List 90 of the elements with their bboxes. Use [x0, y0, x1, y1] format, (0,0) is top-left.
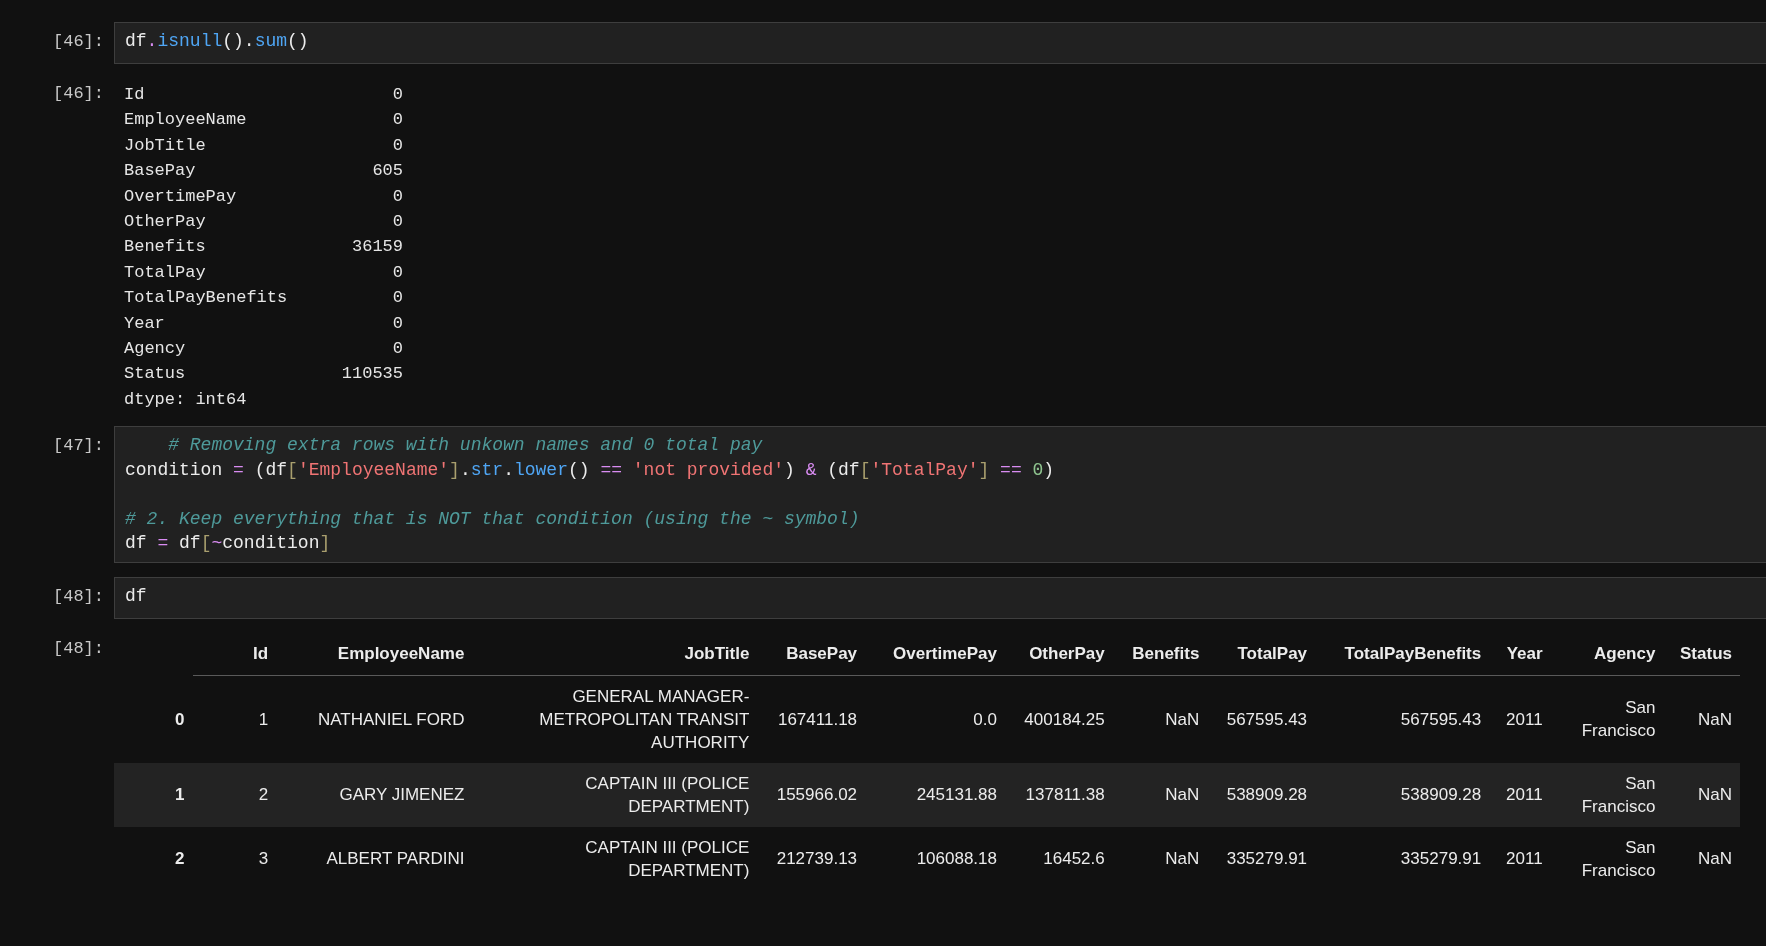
column-header: TotalPayBenefits	[1315, 630, 1490, 676]
table-cell: NaN	[1112, 826, 1208, 891]
output-prompt: [46]:	[52, 83, 105, 105]
code-input-cell[interactable]	[114, 426, 1766, 563]
table-cell: 400184.25	[1005, 675, 1113, 763]
code-line: df = df[~condition]	[125, 532, 332, 556]
table-cell: NaN	[1112, 762, 1208, 827]
series-label: Benefits	[124, 236, 207, 259]
table-cell: 155966.02	[757, 762, 866, 827]
series-label: OvertimePay	[124, 185, 238, 208]
column-header: EmployeeName	[276, 630, 473, 676]
table-cell: 335279.91	[1315, 826, 1490, 891]
code-line: condition = (df['EmployeeName'].str.lower() == 'not provided') & (df['TotalPay'] == 0)	[125, 458, 1056, 482]
column-header: OtherPay	[1005, 630, 1113, 676]
table-cell: GARY JIMENEZ	[276, 762, 473, 827]
table-cell: San Francisco	[1550, 826, 1664, 891]
table-cell: GENERAL MANAGER-METROPOLITAN TRANSIT AUTHORITY	[472, 675, 758, 763]
series-label: Status	[124, 363, 187, 386]
series-value: 36159	[351, 236, 403, 259]
row-index: 0	[114, 675, 193, 763]
row-index: 1	[114, 762, 193, 827]
series-value: 605	[371, 160, 403, 183]
series-label: Id	[124, 84, 146, 106]
table-cell: 567595.43	[1315, 675, 1490, 763]
column-header: Id	[192, 630, 277, 676]
series-value: 0	[391, 109, 403, 132]
series-value: 0	[391, 185, 403, 208]
column-header: JobTitle	[472, 630, 758, 676]
table-cell: NaN	[1112, 675, 1208, 763]
series-value: 0	[391, 312, 403, 335]
table-cell: 567595.43	[1207, 675, 1316, 763]
table-cell: 2011	[1489, 675, 1551, 763]
table-cell: 0.0	[865, 675, 1005, 763]
table-cell: 106088.18	[865, 826, 1005, 891]
series-value: 0	[391, 211, 403, 234]
series-label: BasePay	[124, 160, 197, 183]
table-cell: 538909.28	[1315, 762, 1490, 827]
input-prompt: [47]:	[52, 435, 105, 458]
table-cell: San Francisco	[1550, 762, 1664, 827]
table-cell: San Francisco	[1550, 675, 1664, 763]
column-header: Year	[1489, 630, 1551, 676]
output-prompt: [48]:	[52, 637, 105, 660]
series-value: 0	[391, 261, 403, 284]
table-cell: 2	[192, 762, 277, 827]
series-value: 0	[391, 84, 403, 106]
series-label: Year	[124, 312, 166, 335]
table-cell: NATHANIEL FORD	[276, 675, 473, 763]
series-label: OtherPay	[124, 211, 207, 234]
table-cell: 16452.6	[1005, 826, 1113, 891]
series-label: JobTitle	[124, 134, 207, 157]
table-cell: 2011	[1489, 826, 1551, 891]
code-input-cell[interactable]: df.isnull().sum()	[114, 22, 1766, 64]
series-value: 110535	[340, 363, 403, 386]
code-line: # Removing extra rows with unkown names and 0 total pay	[167, 434, 764, 458]
table-cell: NaN	[1663, 762, 1740, 827]
series-label: Agency	[124, 338, 187, 361]
series-label: TotalPay	[124, 261, 207, 284]
table-cell: 167411.18	[757, 675, 866, 763]
code-line: df.isnull().sum()	[125, 30, 310, 53]
table-cell: 212739.13	[757, 826, 866, 891]
table-cell: 245131.88	[865, 762, 1005, 827]
row-index: 2	[114, 826, 193, 891]
series-label: TotalPayBenefits	[124, 287, 289, 310]
series-value: 0	[391, 338, 403, 361]
table-cell: 1	[192, 675, 277, 763]
table-cell: 137811.38	[1005, 762, 1113, 827]
input-prompt: [48]:	[52, 585, 105, 608]
table-cell: ALBERT PARDINI	[276, 826, 473, 891]
table-cell: 335279.91	[1207, 826, 1316, 891]
column-header: Status	[1663, 630, 1740, 676]
series-label: EmployeeName	[124, 109, 248, 132]
series-value: 0	[391, 134, 403, 157]
table-cell: NaN	[1663, 826, 1740, 891]
table-cell: 538909.28	[1207, 762, 1316, 827]
series-dtype: dtype: int64	[124, 388, 248, 411]
table-cell: 3	[192, 826, 277, 891]
column-header: BasePay	[757, 630, 866, 676]
column-header: OvertimePay	[865, 630, 1005, 676]
code-input-cell[interactable]: df	[114, 576, 1766, 619]
column-header: Benefits	[1112, 630, 1208, 676]
column-header: TotalPay	[1207, 630, 1316, 676]
table-cell: 2011	[1489, 762, 1551, 827]
column-header: Agency	[1550, 630, 1664, 676]
table-cell: CAPTAIN III (POLICE DEPARTMENT)	[472, 762, 758, 827]
input-prompt: [46]:	[52, 31, 105, 53]
series-value: 0	[391, 287, 403, 310]
code-line: # 2. Keep everything that is NOT that condition (using the ~ symbol)	[125, 507, 861, 531]
table-cell: NaN	[1663, 675, 1740, 763]
table-cell: CAPTAIN III (POLICE DEPARTMENT)	[472, 826, 758, 891]
code-line: df	[125, 584, 148, 608]
